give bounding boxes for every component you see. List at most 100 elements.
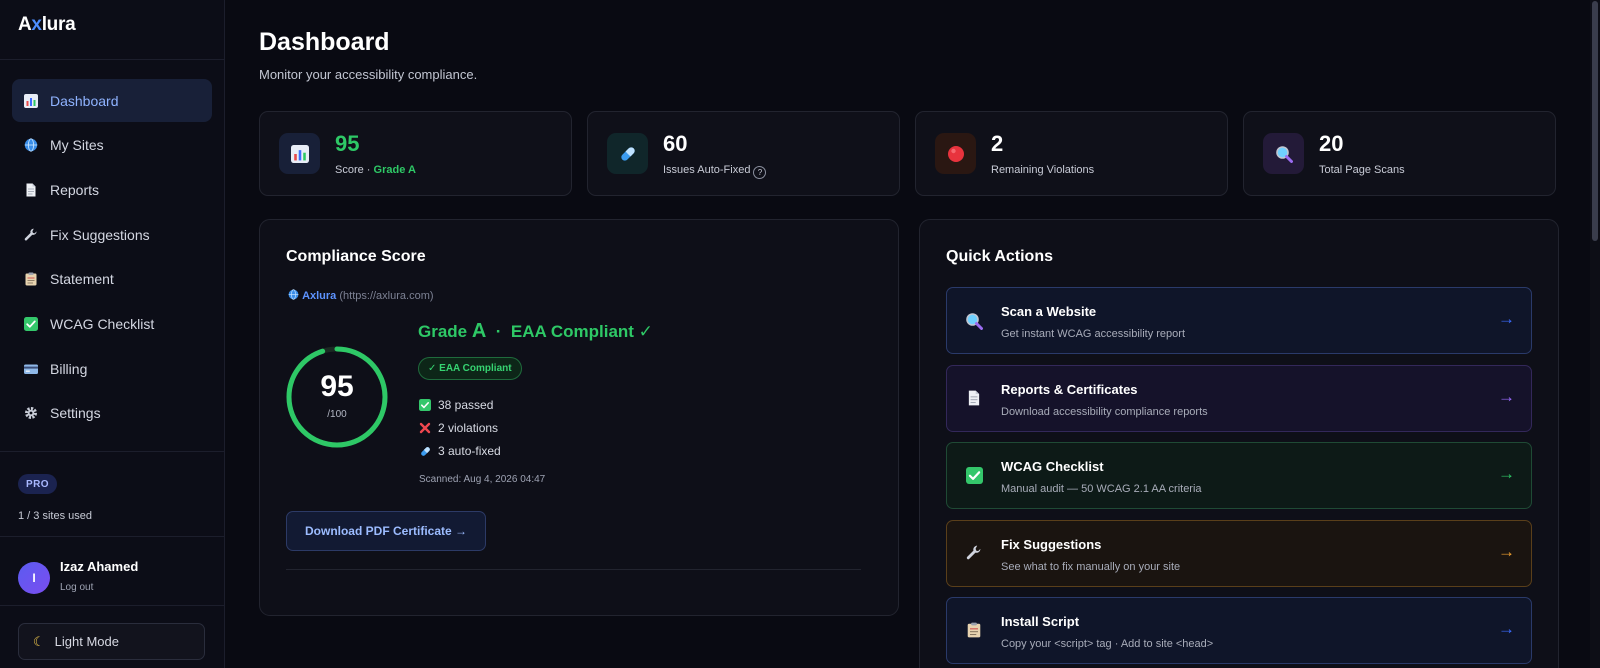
quick-action-title: WCAG Checklist — [1001, 459, 1104, 474]
download-pdf-certificate-button[interactable]: Download PDF Certificate → — [286, 511, 486, 551]
auto-fixed-row: 3 auto-fixed — [419, 444, 501, 458]
sidebar-divider — [0, 536, 225, 537]
page-scrollbar[interactable] — [1590, 0, 1600, 668]
sidebar-item-label: Reports — [50, 181, 100, 198]
stat-label: Remaining Violations — [991, 164, 1095, 176]
stat-label: Score · Grade A — [335, 164, 416, 176]
sidebar-item-label: My Sites — [50, 137, 104, 154]
stat-value: 95 — [335, 131, 360, 156]
stat-card-auto-fixed: 60 Issues Auto-Fixed? — [587, 111, 900, 196]
sidebar-item-label: Dashboard — [50, 92, 119, 109]
sidebar-item-reports[interactable]: Reports — [12, 168, 212, 211]
arrow-right-icon: → — [1498, 542, 1515, 561]
stat-card-score: 95 Score · Grade A — [259, 111, 572, 196]
quick-action-title: Fix Suggestions — [1001, 537, 1102, 552]
wrench-icon — [24, 228, 50, 242]
score-value: 95 — [320, 370, 354, 403]
sidebar-divider — [0, 59, 225, 60]
moon-icon: ☾ — [33, 633, 45, 649]
bar-chart-icon — [24, 93, 50, 108]
credit-card-icon — [24, 362, 50, 376]
quick-action-install-script[interactable]: Install Script Copy your <script> tag · … — [946, 597, 1532, 664]
pill-icon — [607, 133, 648, 174]
site-row: Axlura (https://axlura.com) — [288, 289, 434, 302]
stat-value: 2 — [991, 131, 1004, 156]
check-box-icon — [419, 399, 438, 411]
quick-action-scan-website[interactable]: Scan a Website Get instant WCAG accessib… — [946, 287, 1532, 354]
sites-used-count: 1 / 3 sites used — [18, 510, 92, 522]
pill-icon — [419, 445, 438, 458]
wrench-icon — [963, 545, 985, 566]
quick-action-title: Install Script — [1001, 614, 1080, 629]
sidebar-item-label: WCAG Checklist — [50, 315, 155, 332]
quick-action-fix-suggestions[interactable]: Fix Suggestions See what to fix manually… — [946, 520, 1532, 587]
light-mode-toggle[interactable]: ☾ Light Mode — [18, 623, 205, 660]
user-name: Izaz Ahamed — [60, 559, 139, 574]
stat-label: Total Page Scans — [1319, 164, 1405, 176]
sidebar-item-my-sites[interactable]: My Sites — [12, 124, 212, 167]
arrow-right-icon: → — [1498, 464, 1515, 483]
stat-value: 20 — [1319, 131, 1344, 156]
quick-action-description: Manual audit — 50 WCAG 2.1 AA criteria — [1001, 483, 1202, 495]
avatar[interactable]: I — [18, 562, 50, 594]
violations-row: 2 violations — [419, 421, 498, 435]
score-max: /100 — [327, 409, 347, 420]
panel-divider — [286, 569, 861, 570]
document-icon — [963, 390, 985, 411]
compliance-score-panel: Compliance Score Axlura (https://axlura.… — [259, 219, 899, 616]
panel-title: Quick Actions — [946, 248, 1053, 265]
sidebar: Axlura Dashboard My Sites Reports Fix Su… — [0, 0, 225, 668]
sidebar-item-label: Billing — [50, 360, 88, 377]
quick-action-reports-certificates[interactable]: Reports & Certificates Download accessib… — [946, 365, 1532, 432]
stat-value: 60 — [663, 131, 688, 156]
plan-badge: PRO — [18, 474, 57, 494]
light-mode-label: Light Mode — [54, 634, 119, 649]
arrow-right-icon: → — [1498, 309, 1515, 328]
clipboard-icon — [963, 622, 985, 643]
site-url: (https://axlura.com) — [339, 290, 434, 302]
quick-action-description: Get instant WCAG accessibility report — [1001, 328, 1186, 340]
quick-action-title: Reports & Certificates — [1001, 382, 1138, 397]
cross-icon — [419, 422, 438, 434]
check-box-icon — [24, 316, 50, 331]
sidebar-item-billing[interactable]: Billing — [12, 347, 212, 390]
sidebar-item-wcag-checklist[interactable]: WCAG Checklist — [12, 302, 212, 345]
logout-link[interactable]: Log out — [60, 582, 93, 593]
quick-action-wcag-checklist[interactable]: WCAG Checklist Manual audit — 50 WCAG 2.… — [946, 442, 1532, 509]
quick-actions-panel: Quick Actions Scan a Website Get instant… — [919, 219, 1559, 668]
magnifier-icon — [963, 312, 985, 335]
passed-row: 38 passed — [419, 398, 493, 412]
page-title: Dashboard — [259, 28, 390, 56]
clipboard-icon — [24, 272, 50, 286]
document-icon — [24, 183, 50, 197]
panel-title: Compliance Score — [286, 248, 426, 265]
scrollbar-thumb[interactable] — [1592, 1, 1598, 241]
sidebar-item-dashboard[interactable]: Dashboard — [12, 79, 212, 122]
sidebar-item-fix-suggestions[interactable]: Fix Suggestions — [12, 213, 212, 256]
gear-icon — [24, 406, 50, 420]
site-name[interactable]: Axlura — [302, 290, 336, 302]
sidebar-divider — [0, 605, 225, 606]
help-icon[interactable]: ? — [753, 166, 767, 179]
arrow-right-icon: → — [1498, 387, 1515, 406]
red-circle-icon — [935, 133, 976, 174]
stat-card-violations: 2 Remaining Violations — [915, 111, 1228, 196]
bar-chart-icon — [279, 133, 320, 174]
stat-card-page-scans: 20 Total Page Scans — [1243, 111, 1556, 196]
quick-action-description: Download accessibility compliance report… — [1001, 406, 1208, 418]
quick-action-title: Scan a Website — [1001, 304, 1097, 319]
quick-action-description: See what to fix manually on your site — [1001, 561, 1181, 573]
scanned-timestamp: Scanned: Aug 4, 2026 04:47 — [419, 474, 546, 485]
sidebar-item-label: Statement — [50, 271, 114, 288]
arrow-right-icon: → — [1498, 619, 1515, 638]
sidebar-item-label: Fix Suggestions — [50, 226, 150, 243]
eaa-compliant-badge: ✓ EAA Compliant — [418, 357, 522, 380]
grade-line: Grade A · EAA Compliant ✓ — [418, 320, 653, 342]
sidebar-divider — [0, 451, 225, 452]
app-logo[interactable]: Axlura — [18, 14, 76, 36]
magnifier-icon — [1263, 133, 1304, 174]
sidebar-item-statement[interactable]: Statement — [12, 258, 212, 301]
stat-label: Issues Auto-Fixed? — [663, 164, 767, 179]
globe-icon — [288, 289, 302, 302]
sidebar-item-settings[interactable]: Settings — [12, 392, 212, 435]
